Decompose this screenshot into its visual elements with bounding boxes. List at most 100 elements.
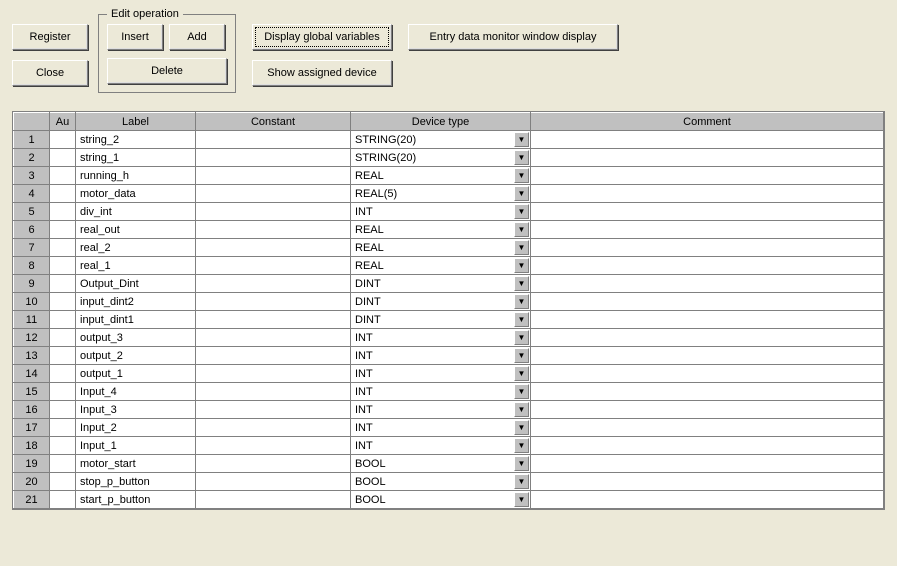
cell-au[interactable] <box>50 311 76 329</box>
row-number[interactable]: 16 <box>14 401 50 419</box>
row-number[interactable]: 1 <box>14 131 50 149</box>
cell-comment[interactable] <box>531 401 884 419</box>
cell-constant[interactable] <box>196 167 351 185</box>
cell-comment[interactable] <box>531 311 884 329</box>
row-number[interactable]: 14 <box>14 365 50 383</box>
cell-label[interactable]: Output_Dint <box>76 275 196 293</box>
dropdown-arrow-icon[interactable]: ▼ <box>514 384 529 399</box>
header-comment[interactable]: Comment <box>531 113 884 131</box>
cell-device-type[interactable]: INT▼ <box>351 203 531 221</box>
row-number[interactable]: 4 <box>14 185 50 203</box>
cell-device-type[interactable]: BOOL▼ <box>351 473 531 491</box>
dropdown-arrow-icon[interactable]: ▼ <box>514 132 529 147</box>
cell-au[interactable] <box>50 131 76 149</box>
cell-au[interactable] <box>50 347 76 365</box>
cell-comment[interactable] <box>531 221 884 239</box>
cell-device-type[interactable]: INT▼ <box>351 401 531 419</box>
cell-au[interactable] <box>50 383 76 401</box>
cell-comment[interactable] <box>531 437 884 455</box>
dropdown-arrow-icon[interactable]: ▼ <box>514 150 529 165</box>
cell-device-type[interactable]: DINT▼ <box>351 311 531 329</box>
cell-label[interactable]: string_1 <box>76 149 196 167</box>
row-number[interactable]: 17 <box>14 419 50 437</box>
cell-au[interactable] <box>50 437 76 455</box>
cell-device-type[interactable]: INT▼ <box>351 383 531 401</box>
show-assigned-device-button[interactable]: Show assigned device <box>252 60 392 86</box>
cell-au[interactable] <box>50 149 76 167</box>
cell-constant[interactable] <box>196 437 351 455</box>
cell-label[interactable]: motor_start <box>76 455 196 473</box>
cell-label[interactable]: input_dint1 <box>76 311 196 329</box>
cell-constant[interactable] <box>196 275 351 293</box>
cell-device-type[interactable]: DINT▼ <box>351 293 531 311</box>
cell-device-type[interactable]: REAL▼ <box>351 257 531 275</box>
row-number[interactable]: 5 <box>14 203 50 221</box>
row-number[interactable]: 6 <box>14 221 50 239</box>
cell-constant[interactable] <box>196 401 351 419</box>
close-button[interactable]: Close <box>12 60 88 86</box>
cell-constant[interactable] <box>196 473 351 491</box>
cell-device-type[interactable]: INT▼ <box>351 347 531 365</box>
cell-comment[interactable] <box>531 275 884 293</box>
cell-comment[interactable] <box>531 329 884 347</box>
cell-device-type[interactable]: DINT▼ <box>351 275 531 293</box>
header-constant[interactable]: Constant <box>196 113 351 131</box>
dropdown-arrow-icon[interactable]: ▼ <box>514 474 529 489</box>
cell-label[interactable]: start_p_button <box>76 491 196 509</box>
cell-label[interactable]: Input_1 <box>76 437 196 455</box>
dropdown-arrow-icon[interactable]: ▼ <box>514 438 529 453</box>
cell-comment[interactable] <box>531 473 884 491</box>
cell-comment[interactable] <box>531 257 884 275</box>
cell-au[interactable] <box>50 329 76 347</box>
dropdown-arrow-icon[interactable]: ▼ <box>514 204 529 219</box>
cell-device-type[interactable]: REAL▼ <box>351 167 531 185</box>
dropdown-arrow-icon[interactable]: ▼ <box>514 240 529 255</box>
cell-comment[interactable] <box>531 167 884 185</box>
cell-label[interactable]: output_2 <box>76 347 196 365</box>
row-number[interactable]: 10 <box>14 293 50 311</box>
row-number[interactable]: 12 <box>14 329 50 347</box>
cell-device-type[interactable]: REAL▼ <box>351 239 531 257</box>
cell-label[interactable]: Input_4 <box>76 383 196 401</box>
cell-device-type[interactable]: BOOL▼ <box>351 455 531 473</box>
entry-data-monitor-button[interactable]: Entry data monitor window display <box>408 24 618 50</box>
cell-comment[interactable] <box>531 293 884 311</box>
cell-comment[interactable] <box>531 365 884 383</box>
row-number[interactable]: 19 <box>14 455 50 473</box>
dropdown-arrow-icon[interactable]: ▼ <box>514 276 529 291</box>
cell-label[interactable]: Input_3 <box>76 401 196 419</box>
cell-label[interactable]: input_dint2 <box>76 293 196 311</box>
cell-au[interactable] <box>50 455 76 473</box>
dropdown-arrow-icon[interactable]: ▼ <box>514 294 529 309</box>
cell-au[interactable] <box>50 203 76 221</box>
cell-label[interactable]: stop_p_button <box>76 473 196 491</box>
dropdown-arrow-icon[interactable]: ▼ <box>514 402 529 417</box>
row-number[interactable]: 2 <box>14 149 50 167</box>
cell-constant[interactable] <box>196 203 351 221</box>
cell-device-type[interactable]: BOOL▼ <box>351 491 531 509</box>
dropdown-arrow-icon[interactable]: ▼ <box>514 186 529 201</box>
add-button[interactable]: Add <box>169 24 225 50</box>
cell-constant[interactable] <box>196 311 351 329</box>
cell-device-type[interactable]: STRING(20)▼ <box>351 149 531 167</box>
cell-label[interactable]: running_h <box>76 167 196 185</box>
cell-constant[interactable] <box>196 293 351 311</box>
cell-constant[interactable] <box>196 383 351 401</box>
cell-device-type[interactable]: INT▼ <box>351 419 531 437</box>
header-au[interactable]: Au <box>50 113 76 131</box>
cell-comment[interactable] <box>531 491 884 509</box>
cell-au[interactable] <box>50 221 76 239</box>
dropdown-arrow-icon[interactable]: ▼ <box>514 222 529 237</box>
header-label[interactable]: Label <box>76 113 196 131</box>
cell-label[interactable]: string_2 <box>76 131 196 149</box>
cell-au[interactable] <box>50 239 76 257</box>
cell-constant[interactable] <box>196 149 351 167</box>
dropdown-arrow-icon[interactable]: ▼ <box>514 366 529 381</box>
dropdown-arrow-icon[interactable]: ▼ <box>514 492 529 507</box>
cell-au[interactable] <box>50 473 76 491</box>
row-number[interactable]: 20 <box>14 473 50 491</box>
cell-au[interactable] <box>50 491 76 509</box>
cell-comment[interactable] <box>531 131 884 149</box>
row-number[interactable]: 15 <box>14 383 50 401</box>
cell-au[interactable] <box>50 365 76 383</box>
